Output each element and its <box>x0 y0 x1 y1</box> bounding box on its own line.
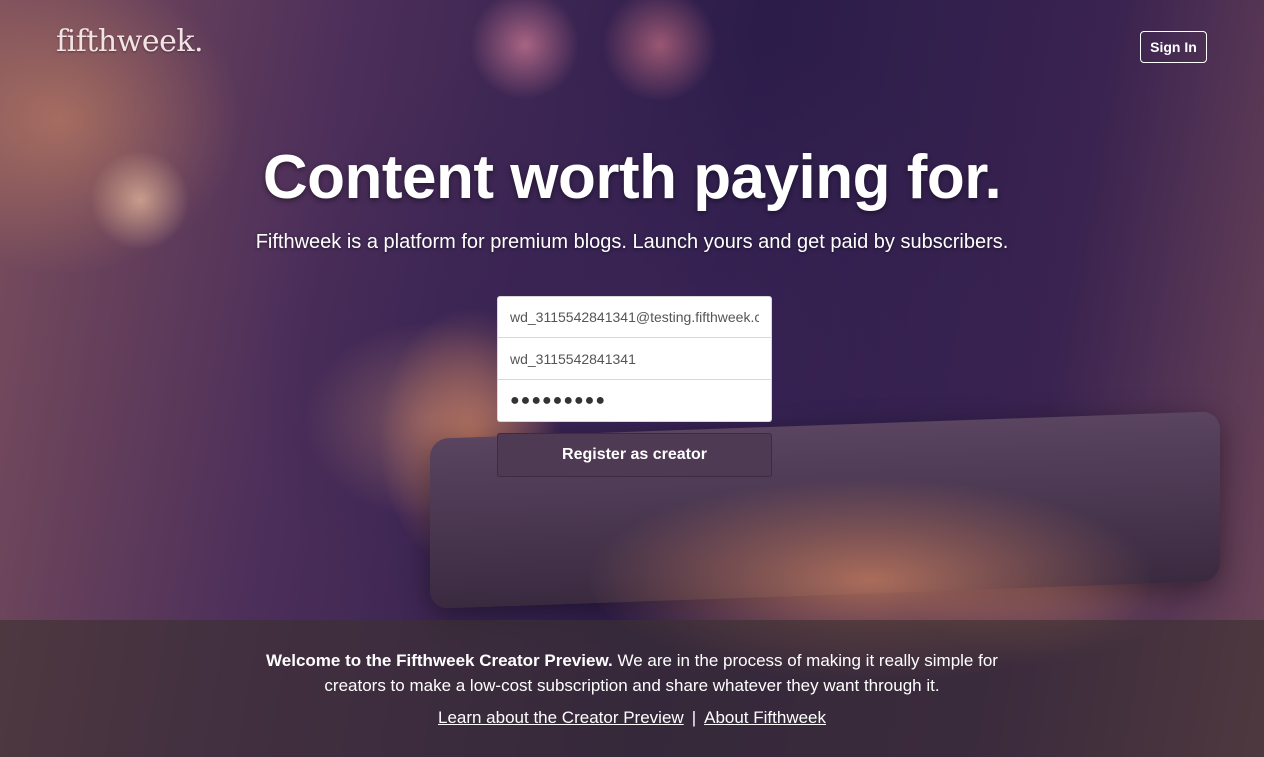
bokeh-light <box>600 0 720 100</box>
email-field[interactable] <box>497 296 772 338</box>
register-as-creator-button[interactable]: Register as creator <box>497 433 772 477</box>
footer-links: Learn about the Creator Preview | About Fi… <box>0 708 1264 728</box>
password-masked-value: ●●●●●●●●● <box>510 391 606 409</box>
sign-in-button[interactable]: Sign In <box>1140 31 1207 63</box>
about-fifthweek-link[interactable]: About Fifthweek <box>704 708 826 727</box>
bokeh-light <box>470 0 580 100</box>
hero-headline: Content worth paying for. <box>262 143 1002 212</box>
creator-preview-link[interactable]: Learn about the Creator Preview <box>438 708 684 727</box>
welcome-message: Welcome to the Fifthweek Creator Preview… <box>0 648 1264 698</box>
password-field[interactable]: ●●●●●●●●● <box>497 380 772 422</box>
register-form: ●●●●●●●●● Register as creator <box>497 296 772 477</box>
link-separator: | <box>691 708 697 727</box>
fifthweek-logo[interactable]: fifthweek. <box>56 24 204 59</box>
hero-section: fifthweek. Sign In Content worth paying … <box>0 0 1264 757</box>
hero-subheadline: Fifthweek is a platform for premium blog… <box>255 231 1009 253</box>
username-field[interactable] <box>497 338 772 380</box>
welcome-heading: Welcome to the Fifthweek Creator Preview… <box>266 651 613 670</box>
